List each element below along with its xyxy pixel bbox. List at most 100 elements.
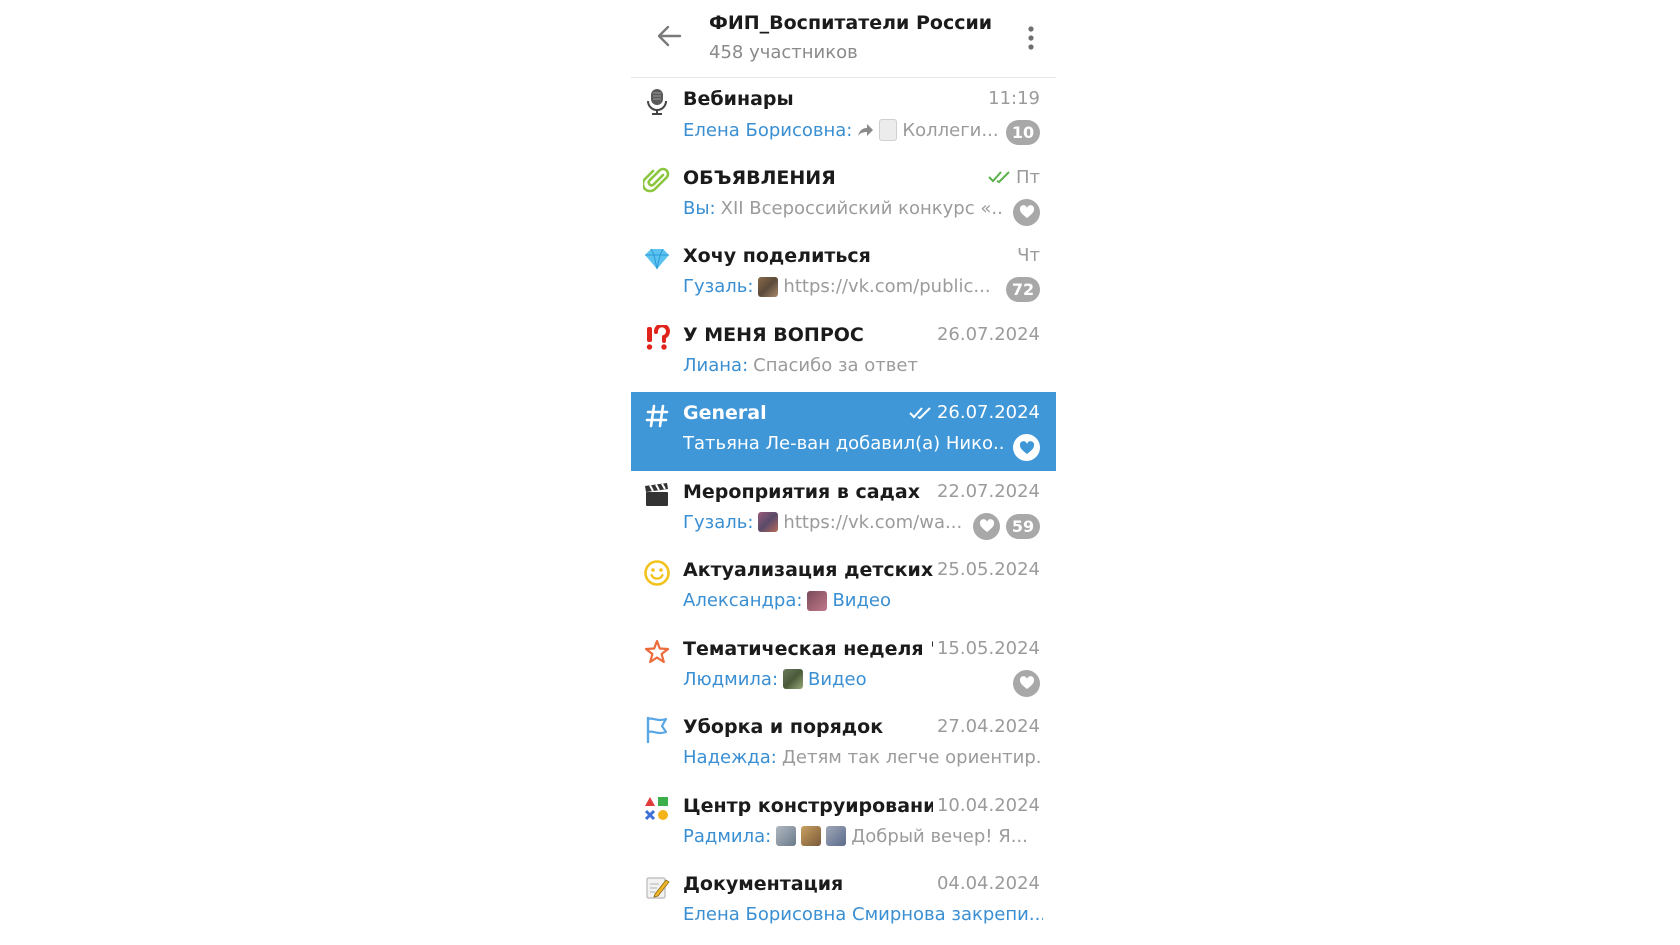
- topic-preview: Александра: Видео: [683, 590, 1003, 611]
- smiley-icon: [641, 557, 673, 589]
- back-button[interactable]: [651, 18, 687, 54]
- clapperboard-icon: [641, 479, 673, 511]
- topic-date: 26.07.2024: [909, 402, 1040, 423]
- sender-name: Гузаль:: [683, 511, 754, 533]
- topic-row-thematic-week[interactable]: Тематическая неделя "С... 15.05.2024 Люд…: [631, 628, 1056, 707]
- sender-name: Александра:: [683, 590, 803, 611]
- member-count: 458 участников: [709, 42, 858, 63]
- exclamation-question-icon: [641, 322, 673, 354]
- document-thumbnail-icon: [879, 119, 898, 141]
- forward-icon: [858, 124, 874, 136]
- topic-date: Пт: [988, 167, 1040, 188]
- sender-name: Гузаль:: [683, 276, 754, 297]
- preview-text: Коллеги...: [902, 119, 999, 141]
- microphone-icon: [641, 86, 673, 118]
- topic-row-cleanup[interactable]: Уборка и порядок 27.04.2024 Надежда: Дет…: [631, 706, 1056, 785]
- reaction-heart-icon: [973, 512, 1000, 540]
- sender-name: Елена Борисовна:: [683, 119, 853, 141]
- topic-date: 10.04.2024: [936, 794, 1040, 816]
- topic-date: 26.07.2024: [936, 323, 1040, 345]
- topic-date: 11:19: [988, 88, 1040, 109]
- preview-text: Видео: [808, 668, 867, 690]
- topic-preview: Гузаль: https://vk.com/public...: [683, 276, 1003, 297]
- unread-badge: 72: [1006, 277, 1040, 302]
- sender-name: Лиана:: [683, 354, 749, 376]
- preview-text: XII Всероссийский конкурс «...: [720, 197, 1003, 219]
- group-title[interactable]: ФИП_Воспитатели России: [709, 12, 992, 34]
- topic-preview: Людмила: Видео: [683, 669, 1003, 690]
- topic-title: Тематическая неделя "С...: [683, 637, 933, 660]
- topic-row-webinars[interactable]: Вебинары 11:19 Елена Борисовна: Коллеги.…: [631, 78, 1056, 157]
- topic-row-documentation[interactable]: Документация 04.04.2024 Елена Борисовна …: [631, 863, 1056, 942]
- star-icon: [641, 636, 673, 668]
- photo-thumbnail-icon: [776, 826, 797, 846]
- more-vertical-icon: [1028, 26, 1034, 50]
- photo-thumbnail-icon: [826, 826, 847, 846]
- topic-preview: Гузаль: https://vk.com/wa...: [683, 512, 963, 533]
- topic-title: Документация: [683, 873, 844, 895]
- preview-text: Татьяна Ле-ван добавил(а) Нико...: [683, 433, 1003, 454]
- reaction-heart-icon: [1013, 434, 1040, 461]
- topic-title: У МЕНЯ ВОПРОС: [683, 323, 864, 346]
- preview-text: Спасибо за ответ: [753, 354, 918, 376]
- more-options-button[interactable]: [1013, 20, 1049, 56]
- topic-title: General: [683, 402, 767, 424]
- paperclip-icon: [641, 165, 673, 197]
- preview-text: Видео: [832, 590, 892, 611]
- preview-text: https://vk.com/public...: [783, 276, 991, 297]
- preview-text: Елена Борисовна Смирнова закрепи...: [683, 904, 1043, 925]
- topic-date: 25.05.2024: [936, 559, 1040, 580]
- topic-row-construction[interactable]: Центр конструирования 10.04.2024 Радмила…: [631, 785, 1056, 864]
- topic-title: ОБЪЯВЛЕНИЯ: [683, 166, 836, 189]
- double-check-icon: [988, 171, 1010, 184]
- diamond-icon: [641, 243, 673, 275]
- reaction-heart-icon: [1013, 198, 1040, 226]
- hashtag-icon: [641, 400, 673, 432]
- chat-header: ФИП_Воспитатели России 458 участников: [631, 0, 1056, 78]
- topic-title: Актуализация детских п...: [683, 559, 933, 581]
- photo-thumbnail-icon: [801, 826, 822, 846]
- arrow-left-icon: [657, 25, 682, 47]
- topic-row-announcements[interactable]: ОБЪЯВЛЕНИЯ Пт Вы: XII Всероссийский конк…: [631, 157, 1056, 236]
- preview-text: Добрый вечер! Я...: [851, 825, 1028, 847]
- topic-preview: Татьяна Ле-ван добавил(а) Нико...: [683, 433, 1003, 454]
- unread-badge: 59: [1006, 513, 1040, 539]
- memo-icon: [641, 871, 673, 903]
- topic-preview: Вы: XII Всероссийский конкурс «...: [683, 198, 1003, 219]
- topic-list: Вебинары 11:19 Елена Борисовна: Коллеги.…: [631, 78, 1056, 942]
- chat-panel: ФИП_Воспитатели России 458 участников Ве…: [631, 0, 1056, 945]
- sender-name: Людмила:: [683, 668, 779, 690]
- topic-preview: Елена Борисовна Смирнова закрепи...: [683, 904, 1043, 925]
- video-thumbnail-icon: [807, 590, 828, 611]
- preview-text: https://vk.com/wa...: [783, 511, 963, 533]
- topic-row-general[interactable]: General 26.07.2024 Татьяна Ле-ван добави…: [631, 392, 1056, 471]
- topic-title: Хочу поделиться: [683, 245, 871, 267]
- unread-badge: 10: [1006, 120, 1040, 145]
- topic-row-question[interactable]: У МЕНЯ ВОПРОС 26.07.2024 Лиана: Спасибо …: [631, 314, 1056, 393]
- topic-date: 04.04.2024: [936, 873, 1040, 894]
- video-thumbnail-icon: [783, 669, 804, 689]
- photo-thumbnail-icon: [758, 512, 779, 532]
- reaction-heart-icon: [1013, 669, 1040, 697]
- topic-title: Центр конструирования: [683, 794, 933, 817]
- topic-row-events[interactable]: Мероприятия в садах 22.07.2024 Гузаль: h…: [631, 471, 1056, 550]
- flag-icon: [641, 714, 673, 746]
- topic-title: Мероприятия в садах: [683, 480, 920, 503]
- topic-preview: Надежда: Детям так легче ориентир...: [683, 747, 1043, 768]
- sender-name: Надежда:: [683, 747, 777, 768]
- sender-name: Вы:: [683, 197, 716, 219]
- sender-name: Радмила:: [683, 825, 772, 847]
- preview-text: Детям так легче ориентир...: [781, 747, 1043, 768]
- double-check-icon: [909, 406, 931, 419]
- topic-row-share[interactable]: Хочу поделиться Чт Гузаль: https://vk.co…: [631, 235, 1056, 314]
- topic-preview: Елена Борисовна: Коллеги...: [683, 119, 1003, 141]
- topic-title: Вебинары: [683, 88, 794, 110]
- topic-date: 15.05.2024: [936, 637, 1040, 659]
- topic-row-actualization[interactable]: Актуализация детских п... 25.05.2024 Але…: [631, 549, 1056, 628]
- topic-date: 27.04.2024: [936, 716, 1040, 737]
- topic-preview: Лиана: Спасибо за ответ: [683, 355, 1003, 376]
- topic-date: Чт: [1017, 245, 1040, 266]
- topic-title: Уборка и порядок: [683, 716, 884, 738]
- topic-date: 22.07.2024: [936, 480, 1040, 502]
- photo-thumbnail-icon: [758, 276, 779, 297]
